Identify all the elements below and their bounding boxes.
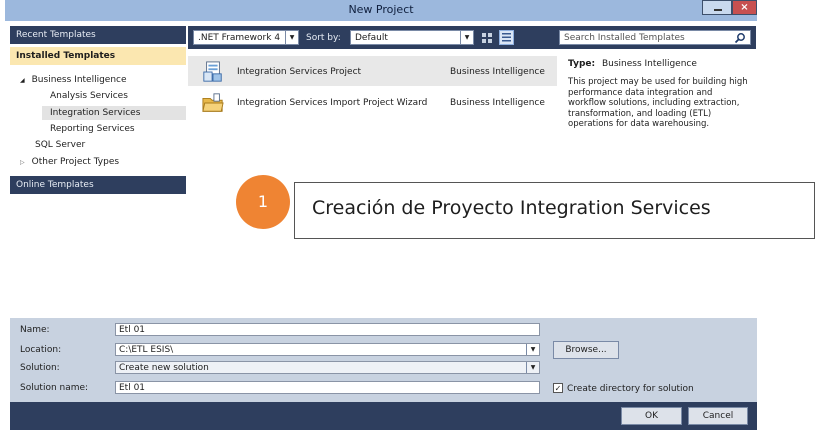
small-icons-view-button[interactable] [481, 31, 495, 44]
search-placeholder: Search Installed Templates [564, 33, 685, 43]
small-icons-view-icon [482, 33, 492, 43]
recent-templates-header[interactable]: Recent Templates [10, 26, 186, 44]
search-templates-input[interactable]: Search Installed Templates [559, 30, 751, 45]
minimize-button[interactable] [702, 0, 732, 15]
annotation-caption: Creación de Proyecto Integration Service… [294, 182, 815, 239]
step-number-badge: 1 [236, 175, 290, 229]
solution-label: Solution: [20, 363, 60, 373]
tree-item-analysis-services[interactable]: Analysis Services [50, 91, 128, 101]
template-description: This project may be used for building hi… [568, 77, 748, 129]
chevron-down-icon[interactable]: ▼ [526, 344, 539, 355]
project-form: Name: Etl 01 Location: C:\ETL ESIS\ ▼ Br… [10, 318, 757, 402]
browse-button[interactable]: Browse... [553, 341, 619, 359]
expand-arrow-icon[interactable]: ▷ [20, 159, 25, 166]
tree-item-sql-server[interactable]: SQL Server [35, 140, 85, 150]
list-item-import-project-wizard[interactable]: Integration Services Import Project Wiza… [188, 87, 557, 117]
window-title: New Project [348, 3, 414, 16]
tree-item-business-intelligence[interactable]: ◢ Business Intelligence [20, 75, 127, 85]
sort-by-label: Sort by: [306, 33, 341, 43]
close-button[interactable]: × [732, 0, 757, 15]
solution-value: Create new solution [119, 363, 209, 373]
template-name: Integration Services Project [237, 67, 362, 77]
tree-item-other-project-types[interactable]: ▷ Other Project Types [20, 157, 119, 167]
template-type: Business Intelligence [450, 67, 545, 77]
tree-item-label: Business Intelligence [31, 75, 127, 85]
expand-arrow-icon[interactable]: ◢ [20, 77, 25, 84]
chevron-down-icon: ▼ [460, 31, 473, 44]
cancel-button[interactable]: Cancel [688, 407, 748, 425]
location-value: C:\ETL ESIS\ [119, 345, 174, 355]
tree-item-reporting-services[interactable]: Reporting Services [50, 124, 135, 134]
create-directory-label[interactable]: Create directory for solution [567, 384, 694, 394]
framework-select-value: .NET Framework 4 [198, 33, 281, 43]
chevron-down-icon: ▼ [285, 31, 298, 44]
title-bar: New Project × [5, 0, 757, 21]
name-field[interactable]: Etl 01 [115, 323, 540, 336]
list-view-button[interactable] [499, 30, 514, 45]
name-label: Name: [20, 325, 50, 335]
location-label: Location: [20, 345, 62, 355]
left-panel-filler [10, 194, 186, 316]
template-toolbar: .NET Framework 4 ▼ Sort by: Default ▼ Se… [188, 26, 756, 49]
ssis-project-icon [203, 61, 222, 82]
framework-select[interactable]: .NET Framework 4 ▼ [193, 30, 299, 45]
type-value: Business Intelligence [601, 59, 697, 69]
template-categories-panel: Recent Templates Installed Templates ◢ Bu… [10, 26, 186, 316]
solution-name-label: Solution name: [20, 383, 89, 393]
create-directory-checkbox[interactable]: ✓ [553, 383, 563, 393]
sort-select-value: Default [355, 33, 388, 43]
close-icon: × [740, 2, 749, 13]
online-templates-header[interactable]: Online Templates [10, 176, 186, 194]
wizard-folder-icon [202, 93, 224, 112]
ok-button[interactable]: OK [621, 407, 682, 425]
type-label: Type: [568, 59, 596, 69]
chevron-down-icon: ▼ [526, 362, 539, 373]
minimize-icon [714, 9, 722, 11]
solution-select[interactable]: Create new solution ▼ [115, 361, 540, 374]
location-field[interactable]: C:\ETL ESIS\ ▼ [115, 343, 540, 356]
template-type: Business Intelligence [450, 98, 545, 108]
search-icon [734, 33, 745, 44]
template-name: Integration Services Import Project Wiza… [237, 98, 428, 108]
installed-templates-header[interactable]: Installed Templates [10, 47, 186, 65]
list-item-integration-services-project[interactable]: Integration Services Project Business In… [188, 56, 557, 86]
tree-item-integration-services[interactable]: Integration Services [42, 106, 186, 120]
sort-select[interactable]: Default ▼ [350, 30, 474, 45]
dialog-footer: OK Cancel [10, 402, 757, 430]
solution-name-field[interactable]: Etl 01 [115, 381, 540, 394]
list-view-icon [502, 33, 511, 42]
type-line: Type: Business Intelligence [568, 59, 697, 69]
tree-item-label: Other Project Types [31, 157, 120, 167]
